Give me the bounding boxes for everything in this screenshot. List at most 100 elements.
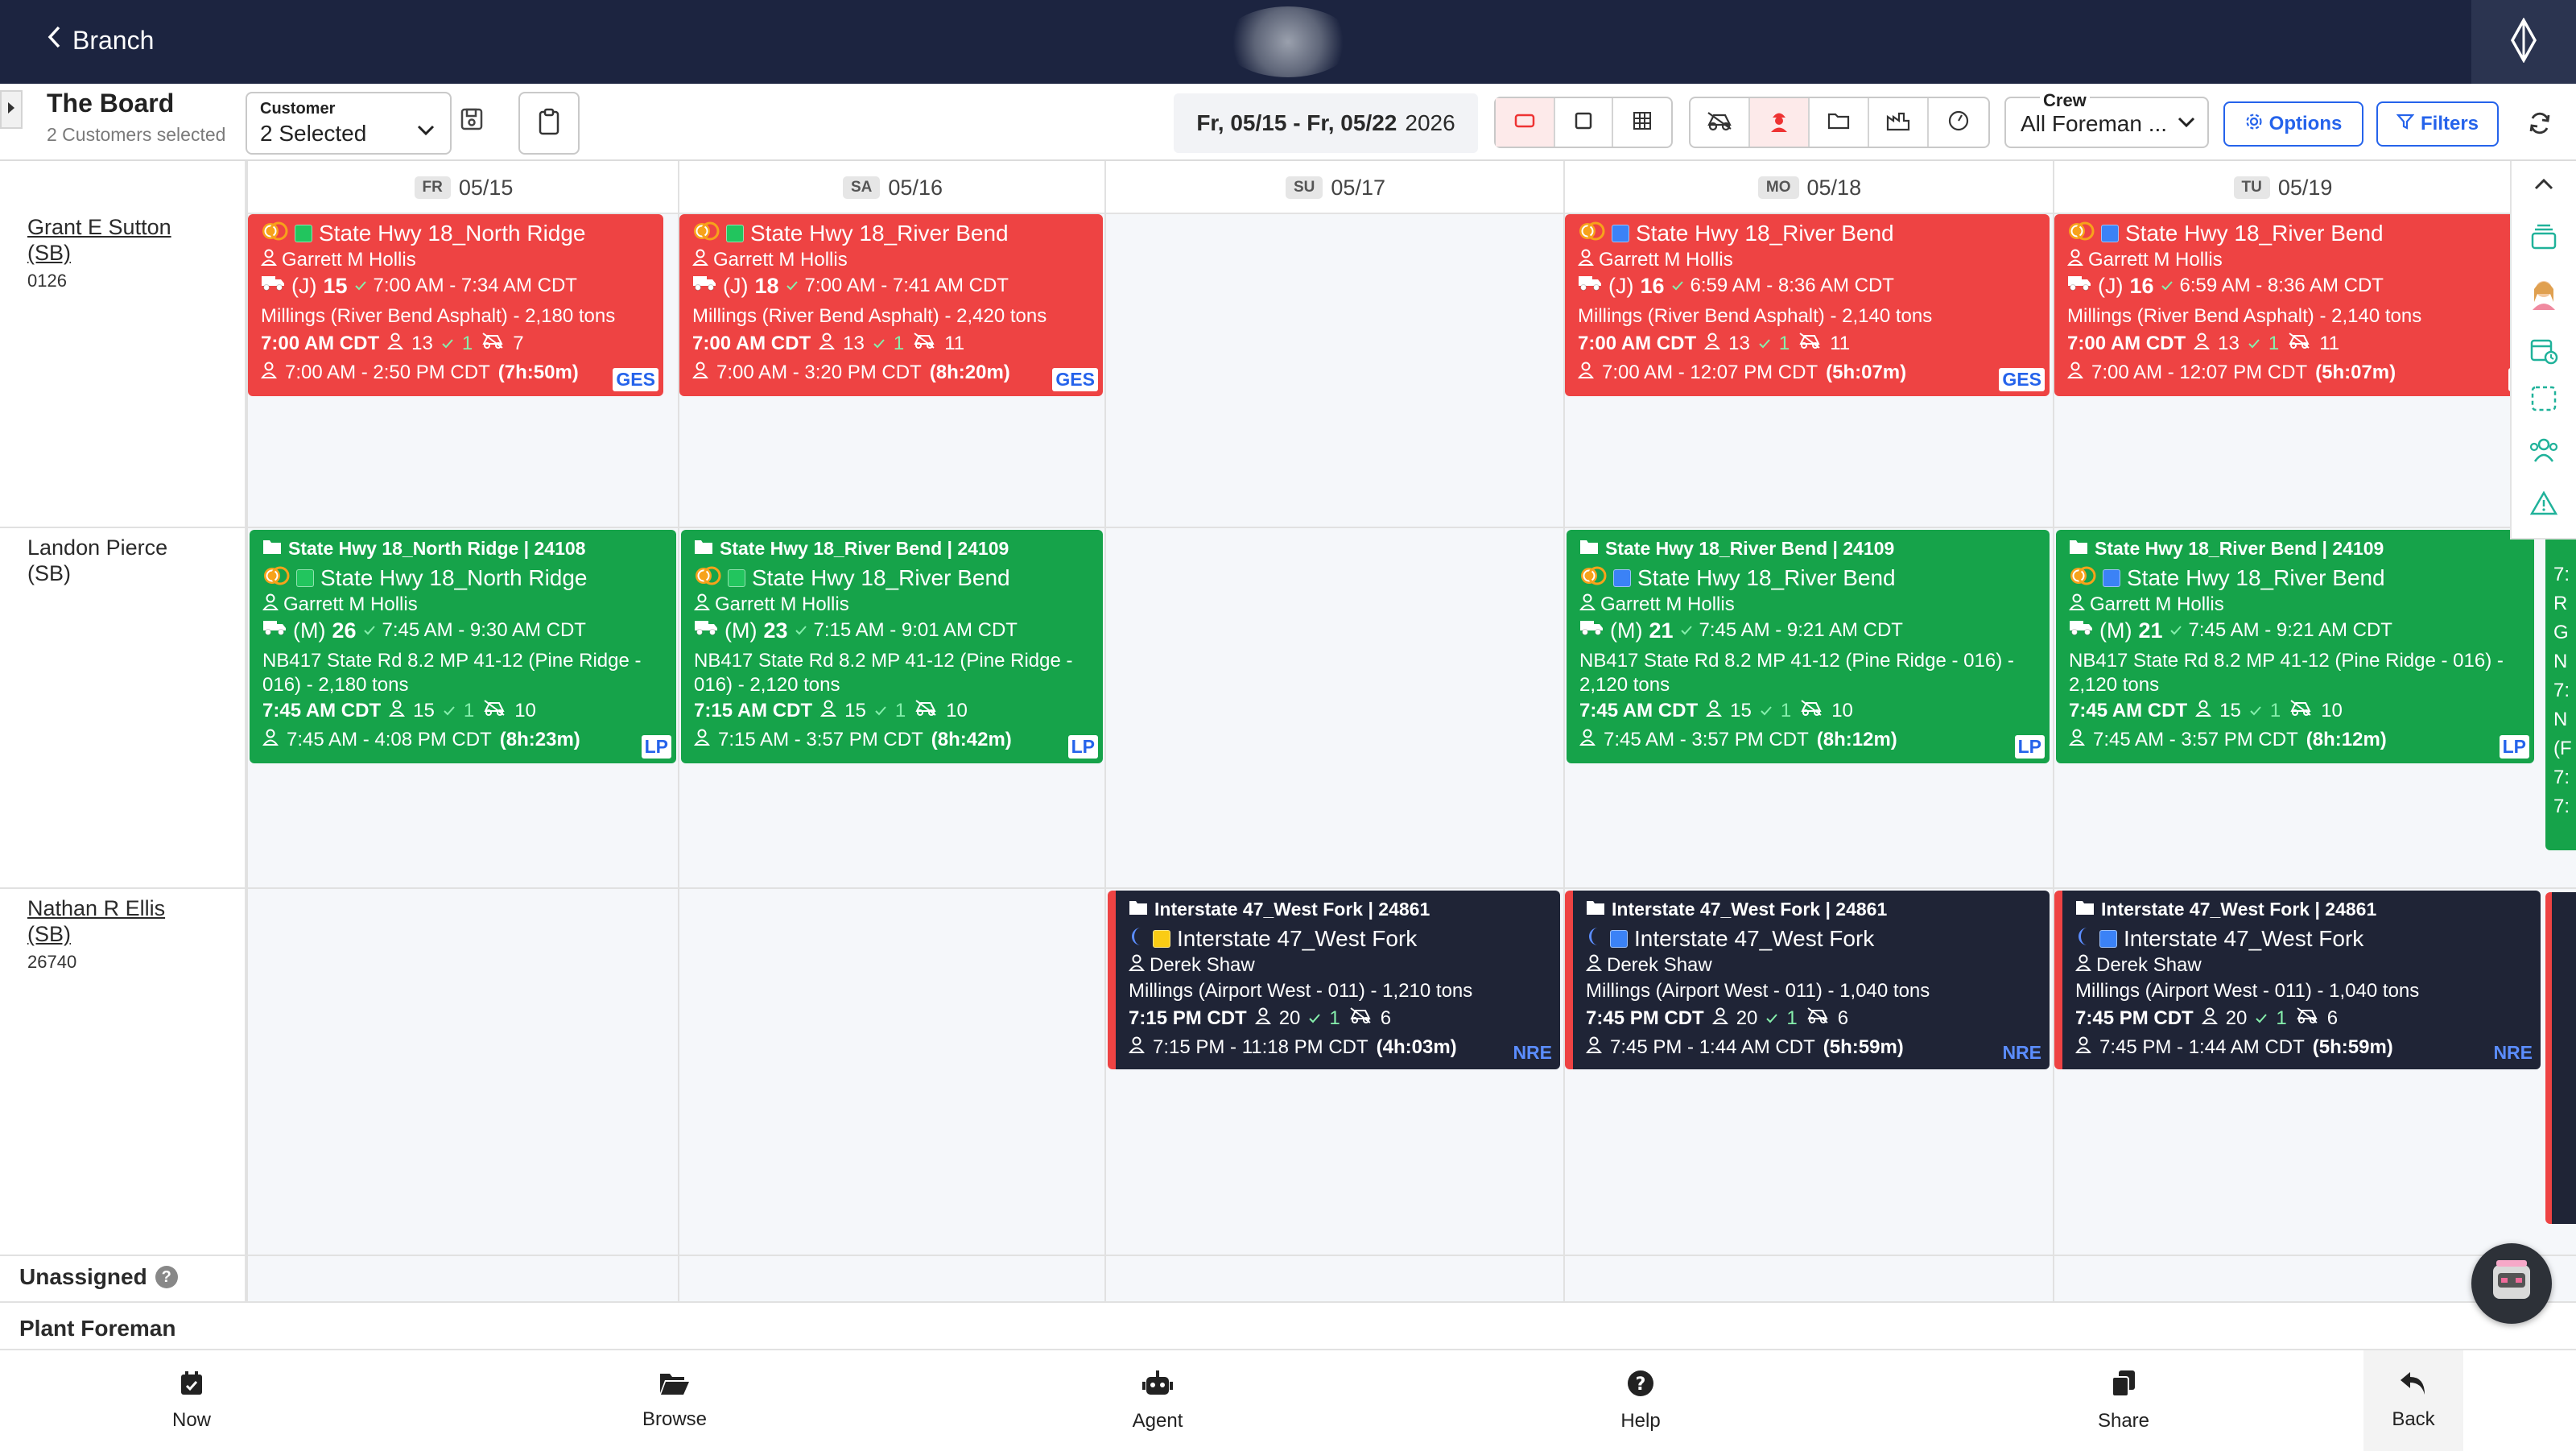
- plants-toggle[interactable]: [1869, 98, 1929, 147]
- job-material: NB417 State Rd 8.2 MP 41-12 (Pine Ridge …: [694, 650, 1073, 672]
- job-card[interactable]: Interstate 47_West Fork | 24861 Interstat…: [1565, 891, 2050, 1069]
- job-card[interactable]: Interstate 47_West Fork | 24861 Interstat…: [1108, 891, 1560, 1069]
- crew-icon: [1711, 1007, 1728, 1031]
- svg-text:?: ?: [1636, 1375, 1646, 1395]
- shift-duration: (5h:07m): [1826, 362, 1907, 383]
- foreman-name-link[interactable]: Grant E Sutton (SB): [27, 214, 196, 266]
- equipment-count: 7: [513, 333, 524, 354]
- job-card-header: State Hwy 18_River Bend | 24109: [2095, 538, 2384, 559]
- crew-icon: [2195, 699, 2212, 723]
- layers-tool[interactable]: [2512, 211, 2576, 267]
- crew-extra: 1: [463, 700, 475, 721]
- job-card[interactable]: State Hwy 18_North Ridge | 24108 State Hw…: [250, 530, 676, 763]
- card-view-toggle[interactable]: [1496, 98, 1555, 147]
- job-name: State Hwy 18_River Bend: [1636, 221, 1894, 246]
- crew-icon: [1254, 1007, 1271, 1031]
- check-icon: [2161, 274, 2174, 298]
- shift-duration: (8h:12m): [2306, 729, 2387, 750]
- folder-icon: [2075, 897, 2095, 921]
- alerts-tool[interactable]: [2512, 477, 2576, 533]
- app-logo-button[interactable]: [2471, 0, 2576, 84]
- job-foreman: Garrett M Hollis: [1600, 593, 1735, 615]
- nav-label: Share: [2097, 1410, 2150, 1432]
- collapse-rail-button[interactable]: [2512, 161, 2576, 211]
- top-bar: Branch: [0, 0, 2576, 84]
- save-button[interactable]: [452, 97, 491, 145]
- refresh-button[interactable]: [2520, 105, 2560, 145]
- table-view-toggle[interactable]: [1613, 98, 1671, 147]
- back-to-branch-button[interactable]: Branch: [47, 23, 154, 58]
- nav-now-button[interactable]: Now: [111, 1350, 272, 1451]
- job-card[interactable]: State Hwy 18_River Bend | 24109 State Hwy…: [1567, 530, 2050, 763]
- job-name: State Hwy 18_River Bend: [2125, 221, 2384, 246]
- jobs-toggle[interactable]: [1810, 98, 1869, 147]
- day-shift-icon: [1579, 565, 1607, 591]
- company-badge: GES: [1052, 368, 1098, 391]
- nav-share-button[interactable]: Share: [2043, 1350, 2204, 1451]
- user-avatar[interactable]: [1224, 6, 1352, 77]
- crew-extra: 1: [1778, 333, 1790, 354]
- truck-icon: [262, 618, 287, 643]
- expand-sidebar-button[interactable]: [0, 90, 23, 129]
- customer-select[interactable]: Customer 2 Selected: [246, 92, 452, 155]
- help-icon: ?: [1626, 1369, 1655, 1403]
- truck-icon: [692, 274, 716, 298]
- equipment-toggle[interactable]: [1690, 98, 1750, 147]
- crew-extra: 1: [1780, 700, 1792, 721]
- foreman-toggle[interactable]: [1750, 98, 1810, 147]
- row-divider: [0, 527, 2576, 528]
- job-name: State Hwy 18_River Bend: [750, 221, 1009, 246]
- crew-tool[interactable]: [2512, 424, 2576, 480]
- shift-duration: (8h:42m): [931, 729, 1012, 750]
- job-card[interactable]: State Hwy 18_River Bend Garrett M Hollis (…: [2054, 214, 2534, 396]
- shift-duration: (7h:50m): [497, 362, 579, 383]
- job-name: Interstate 47_West Fork: [1634, 926, 1875, 951]
- check-icon: [2249, 699, 2262, 723]
- job-card[interactable]: Interstate 47_West Fork | 24861 Interstat…: [2054, 891, 2541, 1069]
- status-toggle[interactable]: [1929, 98, 1988, 147]
- paver-icon: [1706, 110, 1733, 135]
- day-date: 05/16: [888, 175, 943, 200]
- crew-icon: [2194, 332, 2211, 356]
- crew-extra: 1: [894, 700, 906, 721]
- shift-time: 7:45 AM - 3:57 PM CDT: [2093, 729, 2298, 750]
- company-badge: NRE: [1513, 1042, 1552, 1063]
- nav-back-button[interactable]: Back: [2363, 1350, 2463, 1451]
- folder-icon: [1586, 897, 1605, 921]
- check-icon: [441, 332, 454, 356]
- job-color-square: [2099, 930, 2117, 948]
- refresh-icon: [2528, 111, 2552, 139]
- job-card[interactable]: State Hwy 18_North Ridge Garrett M Hollis…: [248, 214, 663, 396]
- filters-button[interactable]: Filters: [2376, 101, 2499, 147]
- compact-view-toggle[interactable]: [1555, 98, 1613, 147]
- nav-agent-button[interactable]: Agent: [1077, 1350, 1238, 1451]
- gauge-icon: [1947, 110, 1970, 136]
- shift-time: 7:00 AM - 12:07 PM CDT: [1602, 362, 1818, 383]
- person-icon: [2067, 248, 2083, 272]
- help-icon[interactable]: ?: [155, 1266, 178, 1288]
- job-card[interactable]: State Hwy 18_River Bend | 24109 State Hwy…: [681, 530, 1103, 763]
- job-card[interactable]: State Hwy 18_River Bend Garrett M Hollis (…: [1565, 214, 2050, 396]
- crew-icon: [819, 332, 836, 356]
- nav-browse-button[interactable]: Browse: [594, 1350, 755, 1451]
- job-card[interactable]: State Hwy 18_River Bend Garrett M Hollis (…: [679, 214, 1103, 396]
- truck-count: 26: [332, 618, 357, 643]
- agent-floating-button[interactable]: [2471, 1243, 2552, 1324]
- truck-time: 7:15 AM - 9:01 AM CDT: [813, 619, 1018, 641]
- equipment-count: 10: [1831, 700, 1853, 721]
- date-range-picker[interactable]: Fr, 05/15 - Fr, 05/22 2026: [1174, 93, 1478, 153]
- nav-help-button[interactable]: ? Help: [1560, 1350, 1721, 1451]
- truck-time: 7:45 AM - 9:21 AM CDT: [2188, 619, 2392, 641]
- next-day-dark-card-peek[interactable]: [2545, 892, 2576, 1224]
- job-card[interactable]: State Hwy 18_River Bend | 24109 State Hwy…: [2056, 530, 2534, 763]
- check-icon: [795, 618, 807, 643]
- crew-select[interactable]: Crew All Foreman ...: [2004, 90, 2209, 148]
- options-button[interactable]: Options: [2223, 101, 2363, 147]
- check-icon: [443, 699, 456, 723]
- next-day-card-peek[interactable]: 7: R G N 7: N (F 7: 7:: [2545, 531, 2576, 850]
- foreman-name-link[interactable]: Nathan R Ellis (SB): [27, 895, 196, 947]
- clipboard-button[interactable]: [518, 92, 580, 155]
- selection-tool[interactable]: [2512, 372, 2576, 428]
- person-tool[interactable]: [2512, 267, 2576, 324]
- board-title: The Board: [47, 89, 175, 118]
